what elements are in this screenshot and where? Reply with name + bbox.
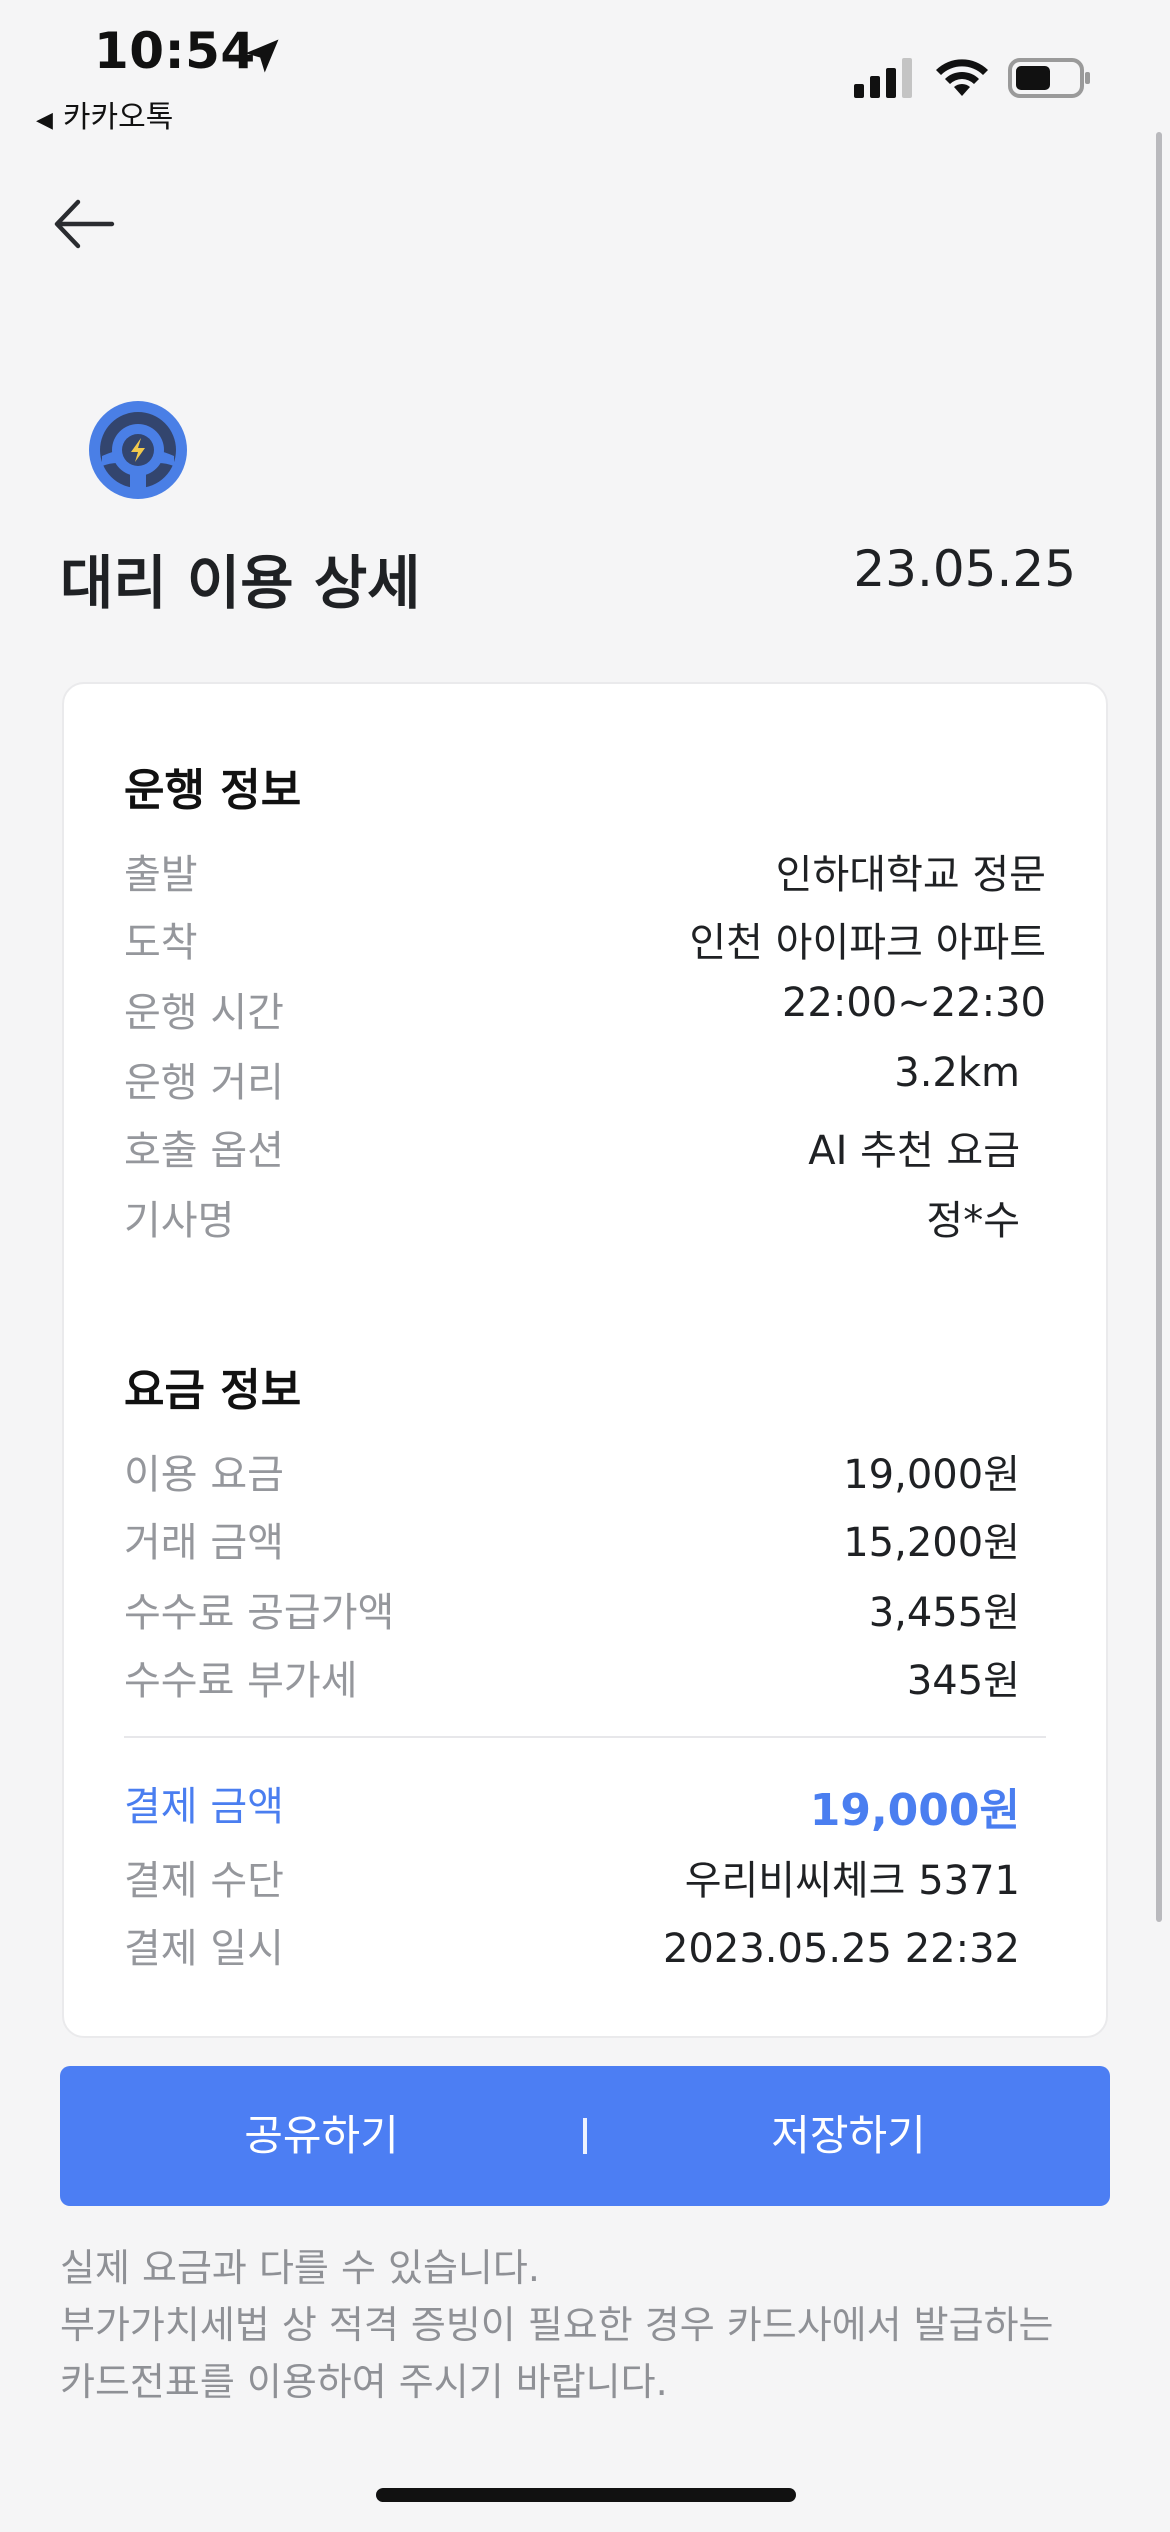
fare-row-transaction-amount: 거래 금액 15,200원 (124, 1510, 1046, 1566)
drive-info-row-call-option: 호출 옵션 AI 추천 요금 (124, 1118, 1046, 1174)
back-to-app-link[interactable]: ◀ 카카오톡 (36, 92, 173, 136)
row-label: 출발 (124, 852, 198, 898)
drive-info-row-arrival: 도착 인천 아이파크 아파트 (124, 910, 1046, 966)
fare-row-fee-supply: 수수료 공급가액 3,455원 (124, 1580, 1046, 1636)
row-label: 호출 옵션 (124, 1128, 284, 1174)
drive-info-row-driver: 기사명 정*수 (124, 1188, 1046, 1244)
row-label: 도착 (124, 920, 198, 966)
row-label: 이용 요금 (124, 1452, 284, 1498)
payment-datetime-value: 2023.05.25 22:32 (662, 1926, 1020, 1972)
usage-detail-card: 운행 정보 출발 인하대학교 정문 도착 인천 아이파크 아파트 운행 시간 2… (62, 682, 1108, 2038)
steering-wheel-icon (89, 401, 187, 499)
divider (124, 1736, 1046, 1738)
page-title: 대리 이용 상세 (60, 549, 421, 617)
battery-icon (1008, 58, 1090, 98)
back-arrow-icon[interactable] (52, 196, 116, 252)
status-time: 10:54 (94, 22, 256, 80)
fare-row-usage-fee: 이용 요금 19,000원 (124, 1442, 1046, 1498)
drive-info-row-time: 운행 시간 22:00~22:30 (124, 980, 1046, 1036)
row-value: 22:00~22:30 (781, 980, 1046, 1026)
payment-amount-label: 결제 금액 (124, 1784, 284, 1830)
row-label: 기사명 (124, 1198, 235, 1244)
location-arrow-icon (245, 39, 279, 73)
payment-amount-row: 결제 금액 19,000원 (124, 1774, 1046, 1836)
row-value: 인천 아이파크 아파트 (689, 920, 1046, 966)
row-label: 운행 시간 (124, 990, 284, 1036)
notice-text: 실제 요금과 다를 수 있습니다. 부가가치세법 상 적격 증빙이 필요한 경우… (60, 2240, 1120, 2411)
notice-line: 카드전표를 이용하여 주시기 바랍니다. (60, 2360, 668, 2404)
usage-date: 23.05.25 (853, 540, 1076, 598)
action-bar: 공유하기 저장하기 (60, 2066, 1110, 2206)
cellular-signal-icon (854, 58, 912, 98)
row-value: 15,200원 (843, 1520, 1020, 1566)
notice-line: 실제 요금과 다를 수 있습니다. (60, 2246, 540, 2290)
row-label: 수수료 공급가액 (124, 1590, 395, 1636)
row-value: 345원 (906, 1658, 1020, 1704)
row-label: 거래 금액 (124, 1520, 284, 1566)
scrollbar[interactable] (1156, 132, 1162, 1922)
drive-info-row-distance: 운행 거리 3.2km (124, 1050, 1046, 1106)
row-value: AI 추천 요금 (808, 1128, 1020, 1174)
fare-row-fee-vat: 수수료 부가세 345원 (124, 1648, 1046, 1704)
row-label: 운행 거리 (124, 1060, 284, 1106)
payment-amount-value: 19,000원 (809, 1785, 1020, 1836)
row-value: 인하대학교 정문 (775, 852, 1046, 898)
payment-method-value: 우리비씨체크 5371 (684, 1858, 1020, 1904)
save-button[interactable]: 저장하기 (587, 2066, 1110, 2206)
payment-method-row: 결제 수단 우리비씨체크 5371 (124, 1848, 1046, 1904)
share-button[interactable]: 공유하기 (60, 2066, 583, 2206)
row-value: 19,000원 (843, 1452, 1020, 1498)
row-value: 3,455원 (868, 1590, 1020, 1636)
back-triangle-icon: ◀ (36, 108, 53, 133)
row-value: 정*수 (926, 1198, 1020, 1244)
drive-info-row-departure: 출발 인하대학교 정문 (124, 842, 1046, 898)
row-value: 3.2km (894, 1050, 1020, 1096)
payment-datetime-row: 결제 일시 2023.05.25 22:32 (124, 1916, 1046, 1972)
notice-line: 부가가치세법 상 적격 증빙이 필요한 경우 카드사에서 발급하는 (60, 2303, 1054, 2347)
back-app-label: 카카오톡 (62, 100, 174, 135)
drive-info-title: 운행 정보 (124, 765, 302, 816)
payment-datetime-label: 결제 일시 (124, 1926, 284, 1972)
payment-method-label: 결제 수단 (124, 1858, 284, 1904)
fare-info-title: 요금 정보 (124, 1365, 302, 1416)
row-label: 수수료 부가세 (124, 1658, 358, 1704)
wifi-icon (936, 59, 988, 96)
home-indicator[interactable] (376, 2488, 796, 2502)
